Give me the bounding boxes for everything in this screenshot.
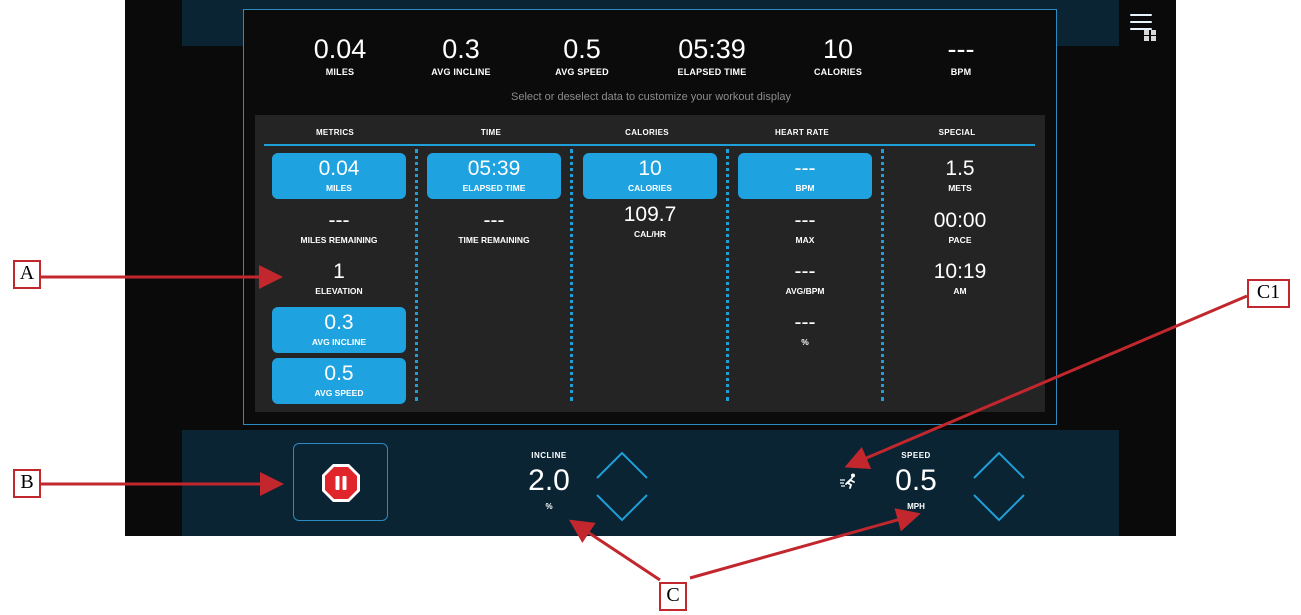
annotation-arrows <box>41 265 1248 582</box>
annotation-label-b: B <box>13 469 41 498</box>
annotation-label-c1: C1 <box>1247 279 1290 308</box>
arrow-c-speed <box>689 508 921 580</box>
annotation-label-a: A <box>13 260 41 289</box>
arrow-c1 <box>844 294 1248 469</box>
annotation-label-c: C <box>659 582 687 611</box>
arrow-c-incline <box>568 519 661 582</box>
